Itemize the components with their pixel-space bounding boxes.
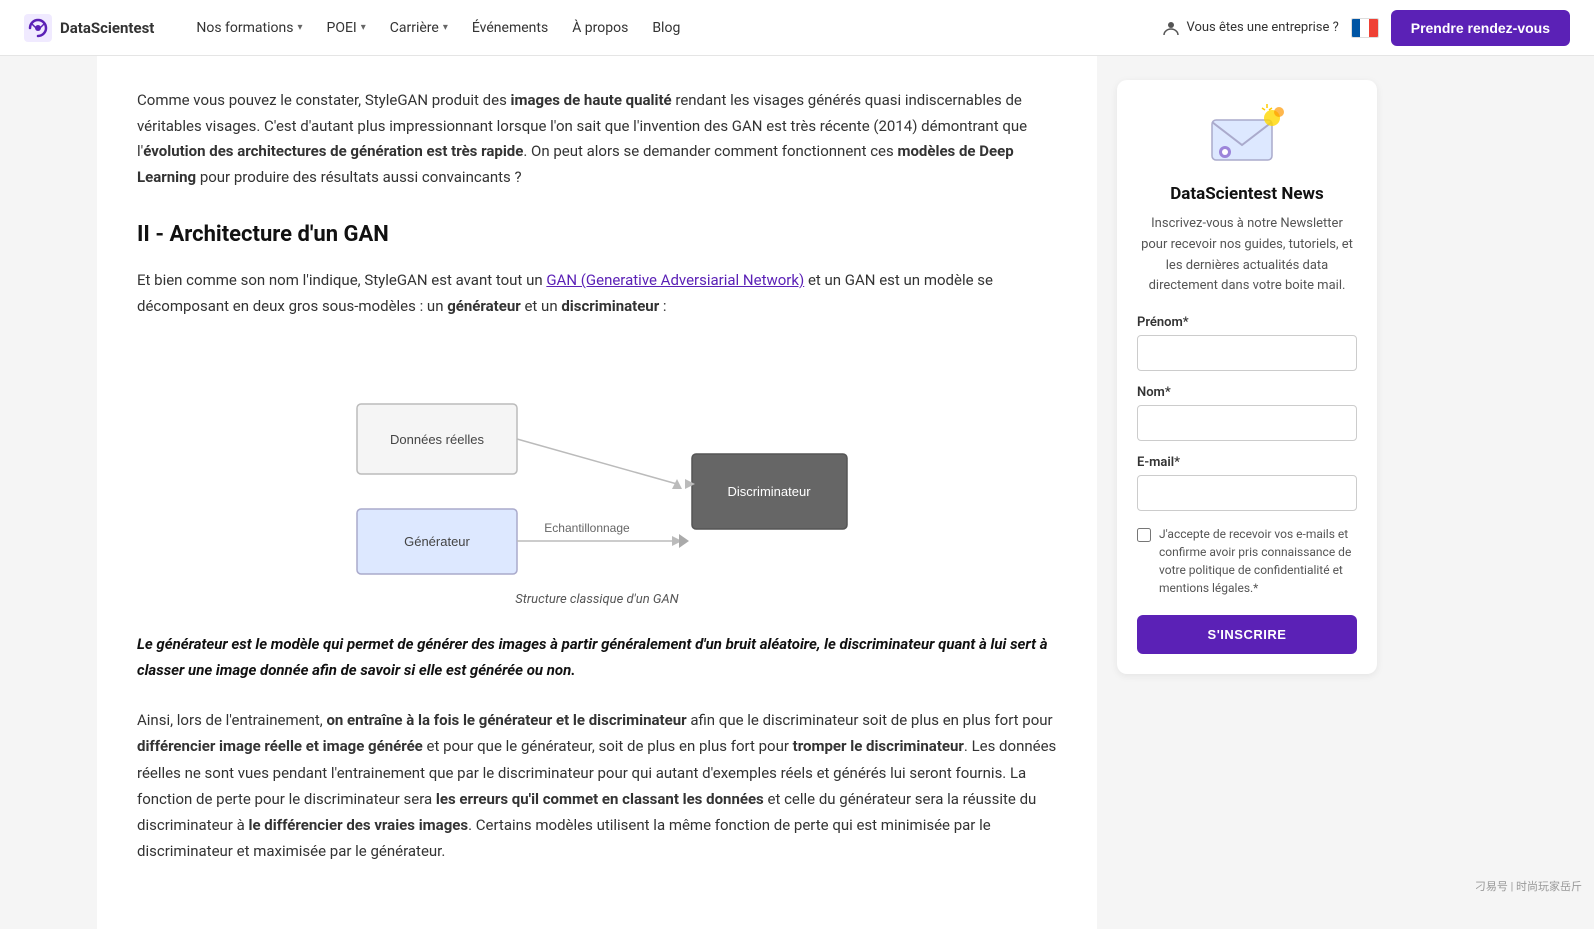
navbar: DataScientest Nos formations ▾ POEI ▾ Ca… — [0, 0, 1594, 56]
chevron-down-icon: ▾ — [297, 22, 302, 33]
page-wrapper: Comme vous pouvez le constater, StyleGAN… — [97, 0, 1497, 929]
svg-text:Echantillonnage: Echantillonnage — [544, 521, 630, 535]
nav-evenements[interactable]: Événements — [462, 12, 558, 44]
svg-text:Discriminateur: Discriminateur — [727, 484, 811, 499]
newsletter-description: Inscrivez-vous à notre Newsletter pour r… — [1137, 214, 1357, 297]
nav-carriere[interactable]: Carrière ▾ — [380, 12, 458, 44]
newsletter-card: DataScientest News Inscrivez-vous à notr… — [1117, 80, 1377, 674]
nav-right: Vous êtes une entreprise ? Prendre rende… — [1162, 10, 1570, 46]
svg-text:Données réelles: Données réelles — [390, 432, 484, 447]
nav-formations[interactable]: Nos formations ▾ — [186, 12, 312, 44]
email-label: E-mail* — [1137, 455, 1357, 470]
watermark: 刁易号 | 时尚玩家岳斤 — [1475, 878, 1582, 894]
newsletter-icon — [1207, 100, 1287, 170]
enterprise-button[interactable]: Vous êtes une entreprise ? — [1162, 19, 1338, 37]
newsletter-title: DataScientest News — [1137, 184, 1357, 204]
consent-group: J'accepte de recevoir vos e-mails et con… — [1137, 525, 1357, 597]
subscribe-button[interactable]: S'INSCRIRE — [1137, 615, 1357, 654]
diagram-container: Données réelles Générateur Echantillonna… — [137, 344, 1057, 607]
chevron-down-icon: ▾ — [361, 22, 366, 33]
gan-diagram-svg: Données réelles Générateur Echantillonna… — [317, 344, 877, 584]
newsletter-icon-container — [1137, 100, 1357, 170]
gan-diagram: Données réelles Générateur Echantillonna… — [317, 344, 877, 584]
nom-label: Nom* — [1137, 385, 1357, 400]
logo-icon — [24, 14, 52, 42]
highlight-quote: Le générateur est le modèle qui permet d… — [137, 631, 1057, 684]
body-paragraph-1: Et bien comme son nom l'indique, StyleGA… — [137, 267, 1057, 320]
chevron-down-icon: ▾ — [443, 22, 448, 33]
consent-label: J'accepte de recevoir vos e-mails et con… — [1159, 525, 1357, 597]
prenom-group: Prénom* — [1137, 315, 1357, 371]
sidebar: DataScientest News Inscrivez-vous à notr… — [1097, 56, 1397, 929]
nom-group: Nom* — [1137, 385, 1357, 441]
nav-blog[interactable]: Blog — [642, 12, 690, 44]
diagram-caption: Structure classique d'un GAN — [515, 592, 678, 607]
nav-poei[interactable]: POEI ▾ — [317, 12, 376, 44]
logo[interactable]: DataScientest — [24, 14, 154, 42]
nav-items: Nos formations ▾ POEI ▾ Carrière ▾ Événe… — [186, 12, 1162, 44]
cta-rendez-vous-button[interactable]: Prendre rendez-vous — [1391, 10, 1570, 46]
email-group: E-mail* — [1137, 455, 1357, 511]
main-content: Comme vous pouvez le constater, StyleGAN… — [97, 56, 1097, 929]
body-paragraph-2: Ainsi, lors de l'entrainement, on entraî… — [137, 707, 1057, 865]
nom-input[interactable] — [1137, 405, 1357, 441]
logo-text: DataScientest — [60, 19, 154, 37]
nav-apropos[interactable]: À propos — [562, 12, 638, 44]
svg-text:Générateur: Générateur — [404, 534, 470, 549]
gan-link[interactable]: GAN (Generative Adversiarial Network) — [546, 271, 804, 289]
prenom-label: Prénom* — [1137, 315, 1357, 330]
section-heading: II - Architecture d'un GAN — [137, 222, 1057, 247]
enterprise-icon — [1162, 19, 1180, 37]
prenom-input[interactable] — [1137, 335, 1357, 371]
consent-checkbox[interactable] — [1137, 528, 1151, 542]
language-flag[interactable] — [1351, 18, 1379, 38]
intro-paragraph: Comme vous pouvez le constater, StyleGAN… — [137, 88, 1057, 190]
email-input[interactable] — [1137, 475, 1357, 511]
